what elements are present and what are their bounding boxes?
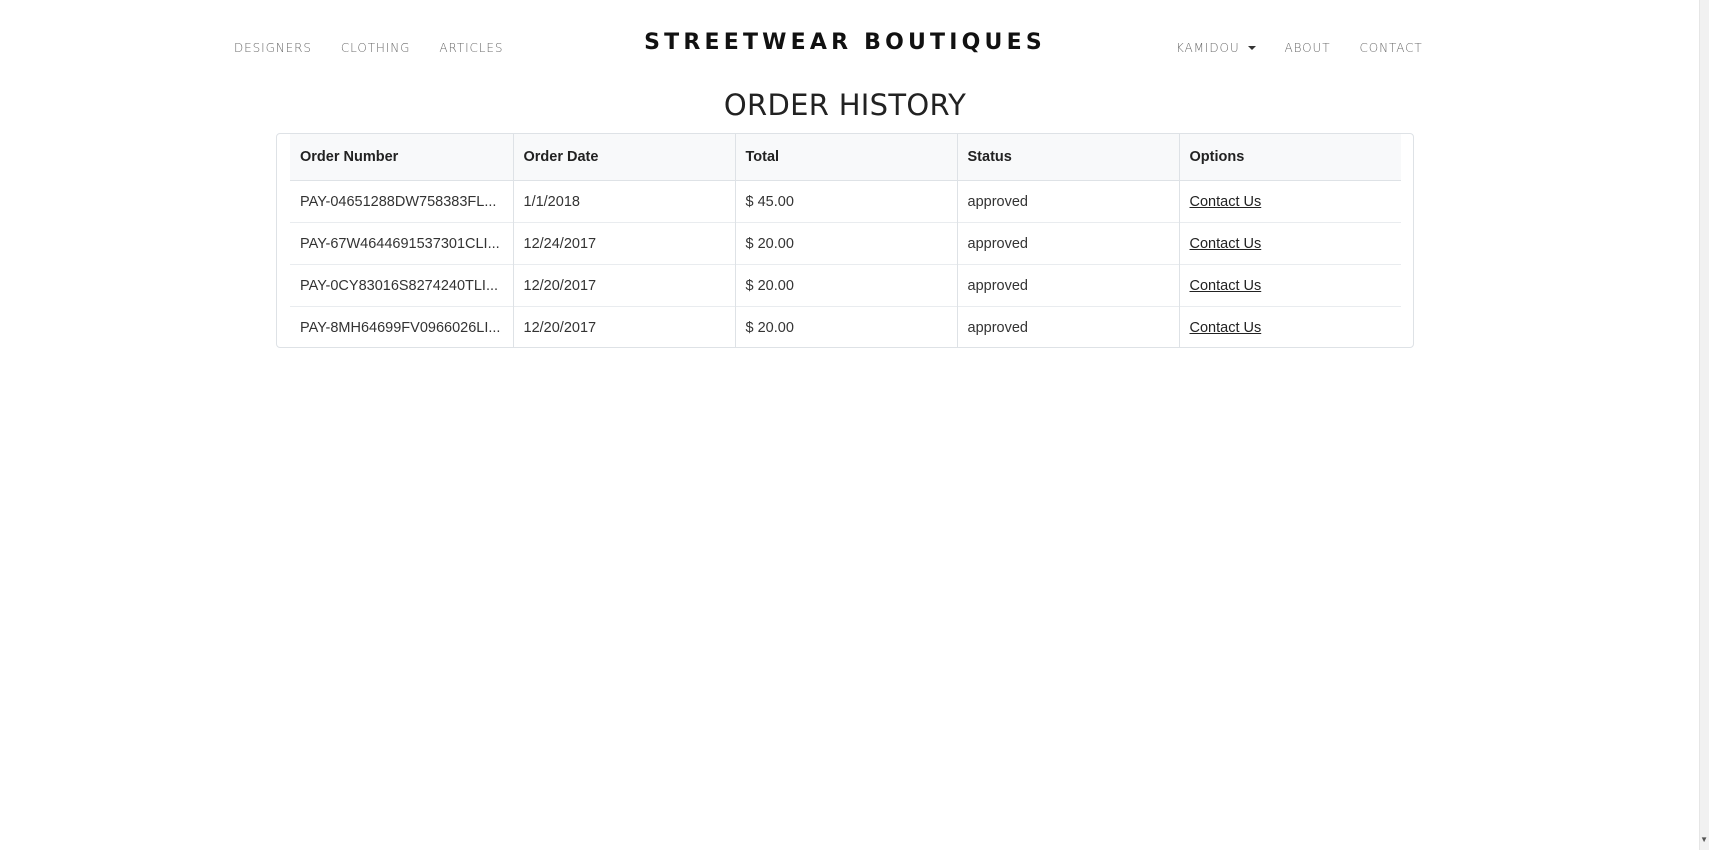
order-number-cell: PAY-04651288DW758383FL...: [300, 193, 497, 210]
order-total-cell: $ 20.00: [734, 222, 957, 265]
order-total-cell: $ 45.00: [734, 180, 957, 223]
brand-logo[interactable]: STREETWEAR BOUTIQUES: [0, 30, 1690, 55]
order-options-cell: Contact Us: [1178, 306, 1401, 348]
table-row: PAY-0CY83016S8274240TLI... 12/20/2017 $ …: [290, 264, 1401, 307]
order-status-cell: approved: [956, 306, 1179, 348]
order-status-cell: approved: [956, 222, 1179, 265]
order-options-cell: Contact Us: [1178, 222, 1401, 265]
header-options: Options: [1178, 134, 1401, 181]
contact-us-link[interactable]: Contact Us: [1190, 278, 1262, 294]
contact-us-link[interactable]: Contact Us: [1190, 194, 1262, 210]
table-row: PAY-67W4644691537301CLI... 12/24/2017 $ …: [290, 222, 1401, 265]
header-total: Total: [734, 134, 957, 181]
order-status-cell: approved: [956, 180, 1179, 223]
order-date-cell: 12/24/2017: [512, 222, 735, 265]
order-total-cell: $ 20.00: [734, 264, 957, 307]
vertical-scrollbar[interactable]: ▼: [1699, 0, 1709, 850]
table-header-row: Order Number Order Date Total Status Opt…: [290, 134, 1401, 181]
order-status-cell: approved: [956, 264, 1179, 307]
order-total-cell: $ 20.00: [734, 306, 957, 348]
order-history-table: Order Number Order Date Total Status Opt…: [290, 134, 1401, 348]
header-order-date: Order Date: [512, 134, 735, 181]
order-options-cell: Contact Us: [1178, 180, 1401, 223]
order-number-cell: PAY-67W4644691537301CLI...: [290, 222, 513, 265]
order-number-cell: PAY-8MH64699FV0966026LI...: [290, 306, 513, 348]
contact-us-link[interactable]: Contact Us: [1190, 320, 1262, 336]
order-options-cell: Contact Us: [1178, 264, 1401, 307]
page-title: ORDER HISTORY: [723, 88, 967, 123]
order-history-card: Order Number Order Date Total Status Opt…: [276, 133, 1414, 348]
table-row: PAY-8MH64699FV0966026LI... 12/20/2017 $ …: [290, 306, 1401, 348]
order-date-cell: 12/20/2017: [512, 306, 735, 348]
contact-us-link[interactable]: Contact Us: [1190, 236, 1262, 252]
header-order-number: Order Number: [290, 134, 513, 181]
table-row: PAY-04651288DW758383FL... 1/1/2018 $ 45.…: [290, 180, 1401, 223]
chevron-down-icon[interactable]: ▼: [1700, 836, 1708, 844]
order-date-cell: 1/1/2018: [512, 180, 735, 223]
header-status: Status: [956, 134, 1179, 181]
order-date-cell: 12/20/2017: [512, 264, 735, 307]
order-number-cell: PAY-0CY83016S8274240TLI...: [290, 264, 513, 307]
